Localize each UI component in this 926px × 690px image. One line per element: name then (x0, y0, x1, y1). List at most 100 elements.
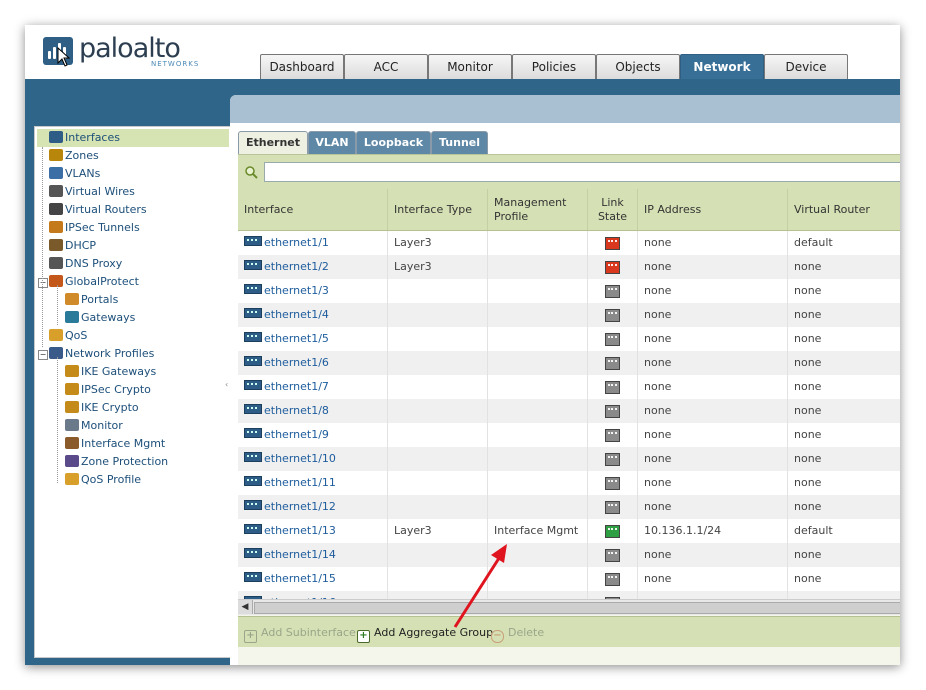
table-row[interactable]: ethernet1/9 none none (238, 423, 900, 447)
interface-link[interactable]: ethernet1/1 (264, 236, 329, 249)
sidebar-item-network-profiles[interactable]: Network Profiles (49, 345, 154, 363)
sidebar-item-ike-crypto[interactable]: IKE Crypto (65, 399, 139, 417)
subtab-ethernet[interactable]: Ethernet (238, 131, 308, 155)
column-header-virtual-router[interactable]: Virtual Router (788, 189, 900, 230)
table-row[interactable]: ethernet1/7 none none (238, 375, 900, 399)
sidebar-item-label: DHCP (65, 239, 97, 252)
cell-link-state (588, 471, 638, 495)
tab-policies[interactable]: Policies (512, 54, 596, 79)
scrollbar-thumb[interactable] (254, 602, 900, 614)
interface-link[interactable]: ethernet1/3 (264, 284, 329, 297)
portals-icon (65, 293, 79, 305)
cell-management-profile (488, 567, 588, 591)
tab-objects[interactable]: Objects (596, 54, 680, 79)
sidebar-item-interfaces[interactable]: Interfaces (37, 129, 229, 147)
cell-interface-type: Layer3 (388, 519, 488, 543)
cell-virtual-router: none (794, 500, 822, 513)
table-row[interactable]: ethernet1/8 none none (238, 399, 900, 423)
table-row[interactable]: ethernet1/14 none none (238, 543, 900, 567)
sidebar-item-vlans[interactable]: VLANs (49, 165, 100, 183)
horizontal-scrollbar[interactable]: ◀ (238, 599, 900, 615)
interface-link[interactable]: ethernet1/8 (264, 404, 329, 417)
cell-management-profile (488, 399, 588, 423)
table-row[interactable]: ethernet1/1 Layer3 none default (238, 231, 900, 255)
table-row[interactable]: ethernet1/6 none none (238, 351, 900, 375)
column-header-interface-type[interactable]: Interface Type (388, 189, 488, 230)
table-row[interactable]: ethernet1/5 none none (238, 327, 900, 351)
content-panel: Ethernet VLAN Loopback Tunnel Interface Int… (230, 95, 900, 665)
interface-link[interactable]: ethernet1/13 (264, 524, 336, 537)
interface-link[interactable]: ethernet1/12 (264, 500, 336, 513)
sidebar-item-qos[interactable]: QoS (49, 327, 87, 345)
sidebar-item-dns-proxy[interactable]: DNS Proxy (49, 255, 122, 273)
column-header-management-profile[interactable]: Management Profile (488, 189, 588, 230)
sidebar-item-virtual-routers[interactable]: Virtual Routers (49, 201, 147, 219)
sidebar-item-zone-protection[interactable]: Zone Protection (65, 453, 168, 471)
table-row[interactable]: ethernet1/13 Layer3 Interface Mgmt 10.136.1… (238, 519, 900, 543)
sidebar-item-qos-profile[interactable]: QoS Profile (65, 471, 141, 489)
content-title-bar (230, 95, 900, 123)
sidebar-item-globalprotect[interactable]: GlobalProtect (49, 273, 139, 291)
sidebar-item-label: Virtual Wires (65, 185, 135, 198)
table-row[interactable]: ethernet1/3 none none (238, 279, 900, 303)
gateways-icon (65, 311, 79, 323)
add-aggregate-group-button[interactable]: + Add Aggregate Group (357, 625, 493, 643)
tree-line (42, 147, 43, 347)
interface-link[interactable]: ethernet1/4 (264, 308, 329, 321)
filter-input[interactable] (264, 162, 900, 182)
cell-interface-type (388, 303, 488, 327)
cell-interface: ethernet1/1 (238, 231, 388, 255)
tab-network[interactable]: Network (680, 54, 764, 80)
cell-management-profile (488, 591, 588, 599)
interface-link[interactable]: ethernet1/10 (264, 452, 336, 465)
tab-monitor[interactable]: Monitor (428, 54, 512, 79)
table-row[interactable]: ethernet1/4 none none (238, 303, 900, 327)
table-row[interactable]: ethernet1/12 none none (238, 495, 900, 519)
cell-interface: ethernet1/8 (238, 399, 388, 423)
interface-link[interactable]: ethernet1/15 (264, 572, 336, 585)
subtab-vlan[interactable]: VLAN (308, 131, 356, 154)
interface-link[interactable]: ethernet1/11 (264, 476, 336, 489)
cell-ip-address: none (638, 543, 788, 567)
table-row[interactable]: ethernet1/11 none none (238, 471, 900, 495)
tab-dashboard[interactable]: Dashboard (260, 54, 344, 79)
sidebar-item-zones[interactable]: Zones (49, 147, 99, 165)
tab-device[interactable]: Device (764, 54, 848, 79)
scroll-left-arrow-icon[interactable]: ◀ (238, 600, 253, 614)
sidebar-item-ipsec-crypto[interactable]: IPSec Crypto (65, 381, 151, 399)
cell-link-state (588, 375, 638, 399)
collapse-toggle-icon[interactable]: − (38, 278, 48, 288)
sidebar-item-gateways[interactable]: Gateways (65, 309, 135, 327)
sidebar-item-label: VLANs (65, 167, 101, 180)
ethernet-port-icon (244, 428, 262, 438)
subtab-tunnel[interactable]: Tunnel (431, 131, 488, 154)
cell-ip-address: none (638, 399, 788, 423)
interface-link[interactable]: ethernet1/9 (264, 428, 329, 441)
collapse-toggle-icon[interactable]: − (38, 350, 48, 360)
table-row[interactable]: ethernet1/15 none none (238, 567, 900, 591)
column-header-link-state[interactable]: Link State (588, 189, 638, 230)
subtab-loopback[interactable]: Loopback (356, 131, 431, 154)
interface-link[interactable]: ethernet1/14 (264, 548, 336, 561)
delete-button[interactable]: − Delete (491, 625, 544, 643)
link-state-down-icon (605, 260, 620, 274)
sidebar-item-virtual-wires[interactable]: Virtual Wires (49, 183, 135, 201)
table-row[interactable]: ethernet1/10 none none (238, 447, 900, 471)
sidebar-item-monitor[interactable]: Monitor (65, 417, 123, 435)
add-subinterface-button[interactable]: + Add Subinterface (244, 625, 356, 643)
table-row[interactable]: ethernet1/2 Layer3 none none (238, 255, 900, 279)
sidebar-item-ike-gateways[interactable]: IKE Gateways (65, 363, 156, 381)
column-header-interface[interactable]: Interface (238, 189, 388, 230)
sidebar-item-dhcp[interactable]: DHCP (49, 237, 96, 255)
sidebar-item-portals[interactable]: Portals (65, 291, 118, 309)
interface-link[interactable]: ethernet1/2 (264, 260, 329, 273)
cell-interface-type (388, 279, 488, 303)
interface-link[interactable]: ethernet1/7 (264, 380, 329, 393)
sidebar-item-interface-mgmt[interactable]: Interface Mgmt (65, 435, 165, 453)
column-header-ip-address[interactable]: IP Address (638, 189, 788, 230)
tab-acc[interactable]: ACC (344, 54, 428, 79)
interface-link[interactable]: ethernet1/5 (264, 332, 329, 345)
sidebar-item-ipsec-tunnels[interactable]: IPSec Tunnels (49, 219, 140, 237)
interface-link[interactable]: ethernet1/6 (264, 356, 329, 369)
table-row[interactable]: ethernet1/16 nonenone (238, 591, 900, 599)
